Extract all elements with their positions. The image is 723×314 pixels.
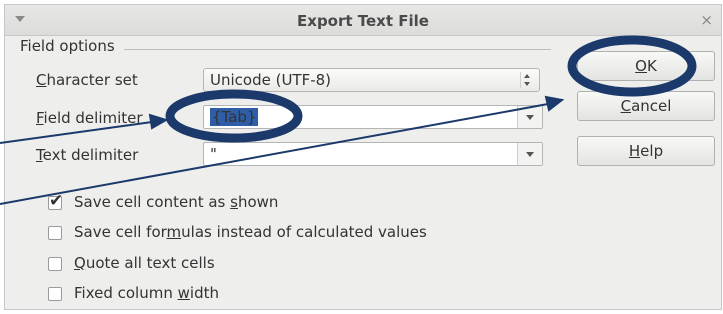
annotation-circle-ok	[567, 35, 697, 97]
annotation-overlay	[0, 35, 697, 205]
annotation-circle-field-delimiter	[165, 89, 303, 143]
annotation-arrow-ok	[0, 95, 565, 205]
annotation-arrow-field-delimiter	[0, 113, 169, 144]
